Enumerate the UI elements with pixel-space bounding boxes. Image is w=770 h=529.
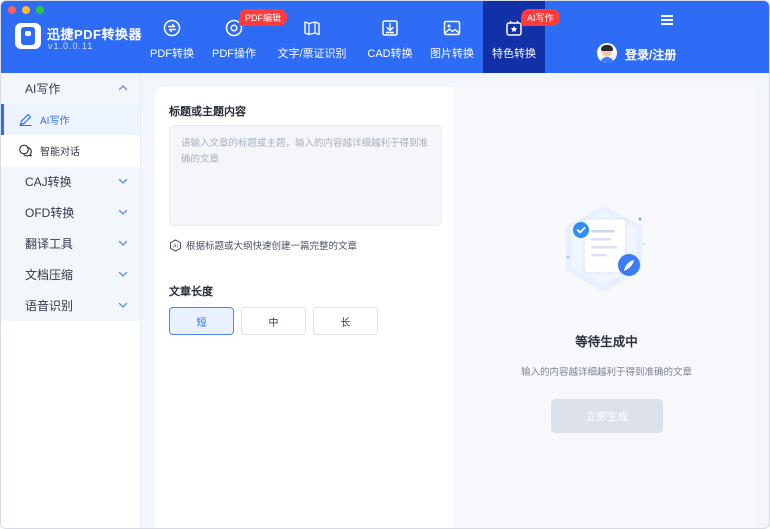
login-register-link[interactable]: 登录/注册 xyxy=(625,46,676,63)
nav-ocr[interactable]: 文字/票证识别 xyxy=(265,1,359,73)
sidebar-group-label: OFD转换 xyxy=(25,206,75,220)
app-version: v1.0.0.11 xyxy=(48,41,94,51)
length-medium-button[interactable]: 中 xyxy=(241,307,306,335)
length-short-button[interactable]: 短 xyxy=(169,307,234,335)
sidebar-group-label: CAJ转换 xyxy=(25,175,72,189)
nav-feature[interactable]: AI写作 特色转换 xyxy=(483,1,560,73)
nav-label: 文字/票证识别 xyxy=(277,48,347,60)
sidebar-group-ai-writing[interactable]: AI写作 xyxy=(1,73,140,104)
close-window-button[interactable] xyxy=(8,6,16,14)
nav-cad[interactable]: CAD转换 xyxy=(359,1,421,73)
ocr-icon xyxy=(302,18,322,38)
sidebar-group-translate[interactable]: 翻译工具 xyxy=(1,228,140,259)
title-input-label: 标题或主题内容 xyxy=(169,106,246,118)
sidebar-group-compress[interactable]: 文档压缩 xyxy=(1,259,140,290)
maximize-window-button[interactable] xyxy=(36,6,44,14)
pen-icon xyxy=(18,112,33,127)
length-options: 短 中 长 xyxy=(169,307,378,335)
app-logo-icon xyxy=(15,23,41,49)
sidebar-group-label: 翻译工具 xyxy=(25,237,74,251)
main-content: 标题或主题内容 AI 根据标题或大纲快速创建一篇完整的文章 文章长度 短 中 长 xyxy=(155,87,757,528)
tip-text: 根据标题或大纲快速创建一篇完整的文章 xyxy=(186,241,358,252)
hamburger-menu-icon[interactable] xyxy=(661,15,673,25)
image-icon xyxy=(442,18,462,38)
nav-pdf-operate[interactable]: PDF编辑 PDF操作 xyxy=(203,1,288,73)
sidebar-group-label: 语音识别 xyxy=(25,299,74,313)
waiting-title: 等待生成中 xyxy=(575,335,638,349)
nav-label: PDF转换 xyxy=(150,48,194,60)
app-window: 迅捷PDF转换器 v1.0.0.11 PDF转换 PDF编辑 PDF操作 文字/… xyxy=(0,0,770,529)
chevron-down-icon xyxy=(118,208,128,216)
cad-icon xyxy=(380,18,400,38)
sidebar-group-caj[interactable]: CAJ转换 xyxy=(1,166,140,197)
ai-tip-icon: AI xyxy=(169,238,182,252)
sidebar: AI写作 AI写作 智能对话 CAJ转换 OFD转换 翻译工具 文档压缩 语音识… xyxy=(1,73,141,528)
chevron-down-icon xyxy=(118,239,128,247)
nav-label: CAD转换 xyxy=(367,48,413,60)
sidebar-item-label: 智能对话 xyxy=(40,147,80,158)
chevron-down-icon xyxy=(118,270,128,278)
minimize-window-button[interactable] xyxy=(22,6,30,14)
result-panel: 等待生成中 输入的内容越详细越利于得到准确的文章 立即生成 xyxy=(456,87,757,528)
nav-label: PDF操作 xyxy=(212,48,256,60)
svg-text:AI: AI xyxy=(173,243,178,249)
top-header: 迅捷PDF转换器 v1.0.0.11 PDF转换 PDF编辑 PDF操作 文字/… xyxy=(1,1,769,73)
window-controls xyxy=(8,6,44,14)
nav-image[interactable]: 图片转换 xyxy=(421,1,483,73)
nav-pdf-convert[interactable]: PDF转换 xyxy=(141,1,203,73)
sidebar-group-speech[interactable]: 语音识别 xyxy=(1,290,140,321)
input-panel: 标题或主题内容 AI 根据标题或大纲快速创建一篇完整的文章 文章长度 短 中 长 xyxy=(155,87,455,528)
top-nav: PDF转换 PDF编辑 PDF操作 文字/票证识别 CAD转换 图片转换 AI写… xyxy=(141,1,560,73)
length-long-button[interactable]: 长 xyxy=(313,307,378,335)
sidebar-group-label: 文档压缩 xyxy=(25,268,74,282)
waiting-subtitle: 输入的内容越详细越利于得到准确的文章 xyxy=(520,367,692,378)
document-illustration-icon xyxy=(554,202,654,297)
length-label: 文章长度 xyxy=(169,286,213,298)
sidebar-item-label: AI写作 xyxy=(40,116,70,127)
nav-label: 特色转换 xyxy=(492,48,536,60)
chevron-down-icon xyxy=(118,301,128,309)
chat-icon xyxy=(18,143,33,158)
chevron-down-icon xyxy=(118,177,128,185)
sidebar-group-label: AI写作 xyxy=(25,82,61,96)
sidebar-item-smart-chat[interactable]: 智能对话 xyxy=(1,135,140,166)
avatar[interactable] xyxy=(597,43,617,63)
ai-writing-badge: AI写作 xyxy=(521,9,560,26)
sidebar-item-ai-writing[interactable]: AI写作 xyxy=(1,104,140,135)
topic-textarea[interactable] xyxy=(169,125,442,226)
generate-button[interactable]: 立即生成 xyxy=(551,399,663,433)
tip-row: AI 根据标题或大纲快速创建一篇完整的文章 xyxy=(169,238,357,252)
sidebar-group-ofd[interactable]: OFD转换 xyxy=(1,197,140,228)
pdf-convert-icon xyxy=(162,18,182,38)
nav-label: 图片转换 xyxy=(430,48,474,60)
chevron-up-icon xyxy=(118,84,128,92)
